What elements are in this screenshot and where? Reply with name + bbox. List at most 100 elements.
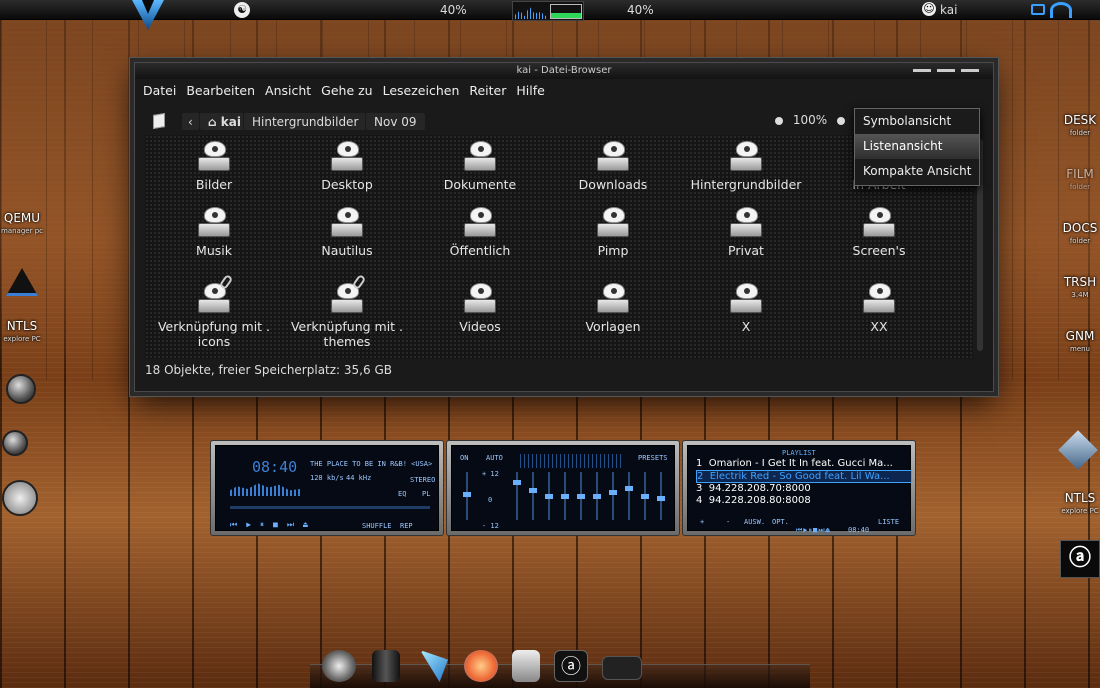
transport-controls[interactable]: ⏮▶⏸■⏭⏏ bbox=[230, 520, 317, 530]
file-name: Bilder bbox=[195, 177, 233, 192]
eq-band-slider[interactable] bbox=[657, 472, 665, 520]
screen-dock-icon[interactable] bbox=[602, 656, 642, 680]
eq-band-slider[interactable] bbox=[641, 472, 649, 520]
eq-band-slider[interactable] bbox=[513, 472, 521, 520]
desktop-icon-trsh[interactable]: TRSH 3.4M bbox=[1058, 276, 1100, 302]
cpu-percent-right: 40% bbox=[627, 3, 654, 17]
minimize-button[interactable] bbox=[913, 69, 931, 72]
menu-reiter[interactable]: Reiter bbox=[469, 83, 506, 98]
a-app-icon[interactable]: ⓐ bbox=[1060, 540, 1100, 578]
menu-lesezeichen[interactable]: Lesezeichen bbox=[383, 83, 460, 98]
breadcrumb-hintergrundbilder[interactable]: Hintergrundbilder bbox=[243, 112, 368, 131]
file-item[interactable]: Dokumente bbox=[415, 139, 545, 192]
playlist-list-button[interactable]: LISTE bbox=[878, 518, 899, 526]
file-item[interactable]: Downloads bbox=[548, 139, 678, 192]
view-option-listenansicht[interactable]: Listenansicht bbox=[855, 134, 979, 159]
playlist-options-button[interactable]: OPT. bbox=[772, 518, 789, 526]
user-icon[interactable]: ☺ bbox=[922, 2, 936, 16]
desktop-icon-docs[interactable]: DOCS folder bbox=[1058, 222, 1100, 248]
file-item[interactable]: Privat bbox=[681, 205, 811, 258]
shuffle-button[interactable]: SHUFFLE bbox=[362, 522, 392, 530]
file-name: Nautilus bbox=[321, 243, 373, 258]
zoom-level: 100% bbox=[792, 113, 828, 127]
playlist-select-button[interactable]: AUSW. bbox=[744, 518, 765, 526]
webcam-orb-icon[interactable] bbox=[2, 430, 28, 456]
player-playlist-panel: PLAYLIST 1 Omarion - I Get It In feat. G… bbox=[682, 440, 916, 536]
eq-band-slider[interactable] bbox=[545, 472, 553, 520]
menu-bearbeiten[interactable]: Bearbeiten bbox=[186, 83, 255, 98]
drive-folder-icon bbox=[331, 139, 363, 173]
playlist-item[interactable]: 4 94.228.208.80:8008 bbox=[696, 495, 912, 506]
a-dock-icon[interactable]: ⓐ bbox=[554, 650, 588, 682]
playlist-transport-controls[interactable]: ⏮▶⏸■⏭⏏ bbox=[796, 526, 831, 535]
file-item[interactable]: Nautilus bbox=[282, 205, 412, 258]
eq-preamp-slider[interactable] bbox=[463, 472, 471, 520]
desktop-icon-ntls-right[interactable]: NTLS explore PC bbox=[1058, 492, 1100, 518]
desktop-icon-gnm[interactable]: GNM menu bbox=[1058, 330, 1100, 356]
file-item[interactable]: Verknüpfung mit . themes bbox=[282, 273, 412, 349]
eq-band-slider[interactable] bbox=[561, 472, 569, 520]
file-icon-view[interactable]: Bilder Desktop Dokumente Downloads Hintergru… bbox=[145, 135, 973, 359]
network-icon[interactable] bbox=[1031, 4, 1045, 15]
file-item[interactable]: Bilder bbox=[149, 139, 279, 192]
menu-gehe-zu[interactable]: Gehe zu bbox=[321, 83, 372, 98]
file-item[interactable]: Musik bbox=[149, 205, 279, 258]
clock-orb-icon[interactable] bbox=[2, 480, 38, 516]
file-item[interactable]: XX bbox=[814, 281, 944, 334]
maximize-button[interactable] bbox=[937, 69, 955, 72]
system-monitor-graph-icon[interactable] bbox=[512, 1, 584, 21]
desktop-icon-film[interactable]: FILM folder bbox=[1058, 168, 1100, 194]
view-option-kompakte-ansicht[interactable]: Kompakte Ansicht bbox=[855, 159, 979, 184]
edit-location-icon[interactable] bbox=[153, 112, 165, 130]
breadcrumb-nov-09[interactable]: Nov 09 bbox=[365, 112, 426, 131]
repeat-button[interactable]: REP bbox=[400, 522, 413, 530]
file-item[interactable]: Verknüpfung mit . icons bbox=[149, 273, 279, 349]
menu-ansicht[interactable]: Ansicht bbox=[265, 83, 311, 98]
explorer-icon[interactable] bbox=[1058, 430, 1098, 470]
file-item[interactable]: Videos bbox=[415, 281, 545, 334]
playlist-add-button[interactable]: + bbox=[700, 518, 704, 526]
wifi-icon[interactable] bbox=[1050, 2, 1072, 18]
drive-dock-icon[interactable] bbox=[512, 650, 540, 682]
menu-datei[interactable]: Datei bbox=[143, 83, 176, 98]
file-item[interactable]: Pimp bbox=[548, 205, 678, 258]
file-item[interactable]: Desktop bbox=[282, 139, 412, 192]
menu-hilfe[interactable]: Hilfe bbox=[516, 83, 544, 98]
seek-bar[interactable] bbox=[230, 506, 430, 509]
player-pl-toggle[interactable]: PL bbox=[422, 490, 430, 498]
eq-auto-button[interactable]: AUTO bbox=[486, 454, 503, 462]
eq-band-slider[interactable] bbox=[609, 472, 617, 520]
close-button[interactable] bbox=[961, 69, 979, 72]
player-time: 08:40 bbox=[252, 458, 298, 476]
eq-presets-button[interactable]: PRESETS bbox=[638, 454, 668, 462]
app-menu-icon[interactable]: ☯ bbox=[234, 2, 250, 18]
view-option-symbolansicht[interactable]: Symbolansicht bbox=[855, 109, 979, 134]
file-item[interactable]: X bbox=[681, 281, 811, 334]
eq-band-slider[interactable] bbox=[625, 472, 633, 520]
eq-band-slider[interactable] bbox=[529, 472, 537, 520]
zoom-in-button[interactable] bbox=[836, 116, 845, 125]
playlist-remove-button[interactable]: - bbox=[726, 518, 730, 526]
breadcrumb-back-button[interactable]: ‹ bbox=[181, 112, 200, 131]
mail-dock-icon[interactable] bbox=[464, 650, 498, 682]
file-item[interactable]: Vorlagen bbox=[548, 281, 678, 334]
eq-band-slider[interactable] bbox=[593, 472, 601, 520]
speaker-orb-icon[interactable] bbox=[6, 374, 36, 404]
app-menu-dock-icon[interactable] bbox=[322, 650, 356, 682]
desktop-icon-qemu[interactable]: QEMU manager pc bbox=[0, 212, 44, 238]
desktop-icon-ntls-left[interactable]: NTLS explore PC bbox=[0, 320, 44, 346]
desktop-icon-desk[interactable]: DESK folder bbox=[1058, 114, 1100, 140]
file-item[interactable]: Screen's bbox=[814, 205, 944, 258]
eq-on-button[interactable]: ON bbox=[460, 454, 468, 462]
playlist-item[interactable]: 1 Omarion - I Get It In feat. Gucci Ma..… bbox=[696, 458, 912, 469]
player-eq-toggle[interactable]: EQ bbox=[398, 490, 406, 498]
playlist-item[interactable]: 3 94.228.208.70:8000 bbox=[696, 483, 912, 494]
drive-folder-icon bbox=[730, 281, 762, 315]
terminal-dock-icon[interactable] bbox=[372, 650, 400, 682]
file-item[interactable]: Hintergrundbilder bbox=[681, 139, 811, 192]
file-item[interactable]: Öffentlich bbox=[415, 205, 545, 258]
eq-band-slider[interactable] bbox=[577, 472, 585, 520]
user-name[interactable]: kai bbox=[940, 3, 957, 17]
zoom-out-button[interactable] bbox=[775, 116, 783, 125]
playlist-item-selected[interactable]: 2 Electrik Red - So Good feat. Lil Wa... bbox=[696, 470, 912, 483]
